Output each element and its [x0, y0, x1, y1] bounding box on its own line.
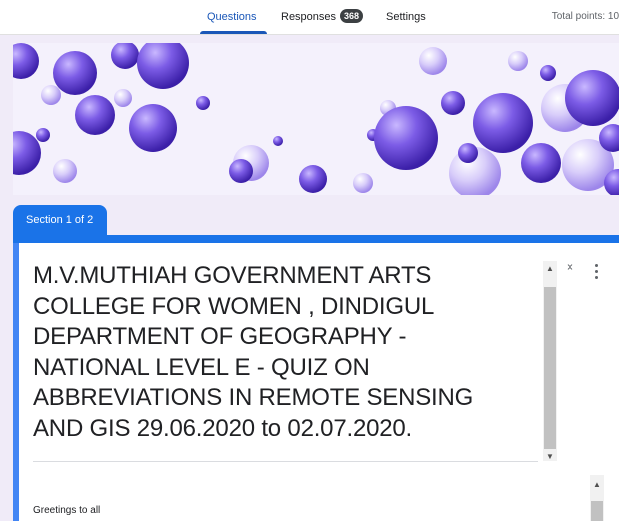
form-title-field[interactable]: M.V.MUTHIAH GOVERNMENT ARTS COLLEGE FOR …: [33, 261, 557, 462]
description-scroll-up-arrow[interactable]: ▲: [593, 481, 601, 489]
tab-settings[interactable]: Settings: [386, 0, 426, 34]
scroll-down-arrow[interactable]: ▼: [546, 453, 554, 461]
tab-questions[interactable]: Questions: [207, 0, 257, 34]
scroll-up-arrow[interactable]: ▲: [546, 265, 554, 273]
section-accent-bar: [13, 235, 619, 243]
spheres-illustration: [13, 43, 619, 195]
tab-responses[interactable]: Responses 368: [281, 0, 364, 34]
description-scrollbar-thumb[interactable]: [591, 501, 603, 521]
top-tab-bar: Questions Responses 368 Settings Total po…: [0, 0, 619, 35]
total-points: Total points: 10: [551, 11, 619, 22]
form-title-card: M.V.MUTHIAH GOVERNMENT ARTS COLLEGE FOR …: [13, 243, 619, 521]
more-vert-icon[interactable]: [594, 264, 600, 282]
description-scrollbar[interactable]: ▲: [590, 475, 604, 521]
collapse-icon[interactable]: ⌄ ⌃: [562, 259, 578, 280]
section-indicator-tab: Section 1 of 2: [13, 205, 107, 236]
card-focus-indicator: [13, 243, 19, 521]
form-description[interactable]: Greetings to all: [33, 505, 100, 516]
form-title-text[interactable]: M.V.MUTHIAH GOVERNMENT ARTS COLLEGE FOR …: [33, 261, 538, 444]
header-banner-image: [13, 43, 619, 195]
tab-responses-label: Responses: [281, 11, 337, 23]
responses-count-badge: 368: [340, 9, 364, 24]
active-tab-indicator: [200, 31, 267, 34]
title-scrollbar-thumb[interactable]: [544, 287, 556, 449]
title-scrollbar[interactable]: ▲ ▼: [543, 261, 557, 461]
